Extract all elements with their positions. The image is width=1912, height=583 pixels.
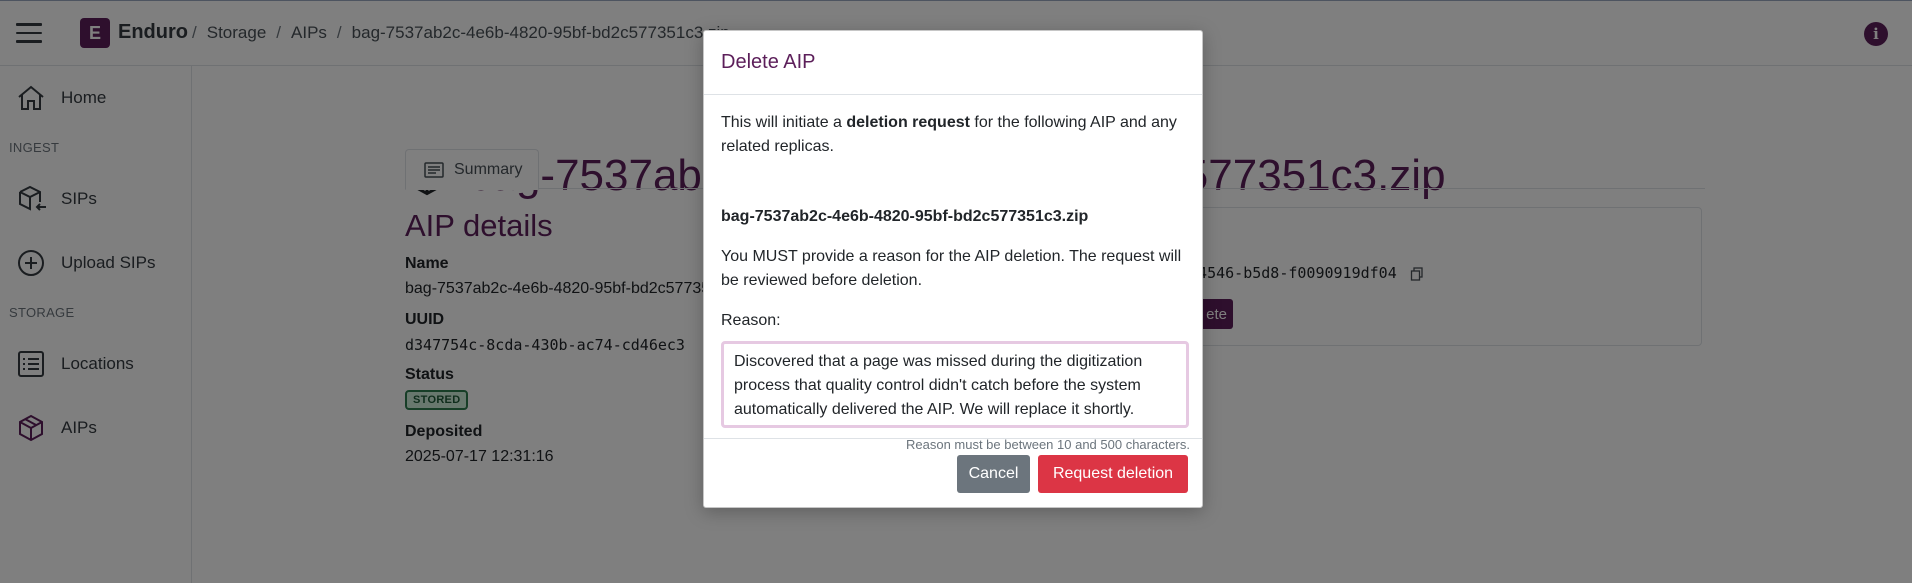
modal-footer-divider bbox=[704, 438, 1202, 439]
reason-instructions: You MUST provide a reason for the AIP de… bbox=[721, 248, 1182, 289]
intro-text: This will initiate a deletion request fo… bbox=[721, 111, 1191, 159]
cancel-button[interactable]: Cancel bbox=[957, 455, 1030, 493]
reason-label: Reason: bbox=[721, 312, 781, 329]
intro-text-start: This will initiate a bbox=[721, 114, 847, 131]
reason-help-text: Reason must be between 10 and 500 charac… bbox=[905, 437, 1190, 452]
delete-aip-modal: Delete AIP This will initiate a deletion… bbox=[703, 30, 1203, 508]
reason-textarea[interactable]: Discovered that a page was missed during… bbox=[721, 341, 1189, 428]
request-deletion-button[interactable]: Request deletion bbox=[1038, 455, 1188, 493]
intro-text-bold: deletion request bbox=[846, 114, 970, 131]
modal-title: Delete AIP bbox=[721, 51, 816, 73]
modal-header: Delete AIP bbox=[704, 31, 1202, 95]
aip-name: bag-7537ab2c-4e6b-4820-95bf-bd2c577351c3… bbox=[721, 208, 1089, 225]
